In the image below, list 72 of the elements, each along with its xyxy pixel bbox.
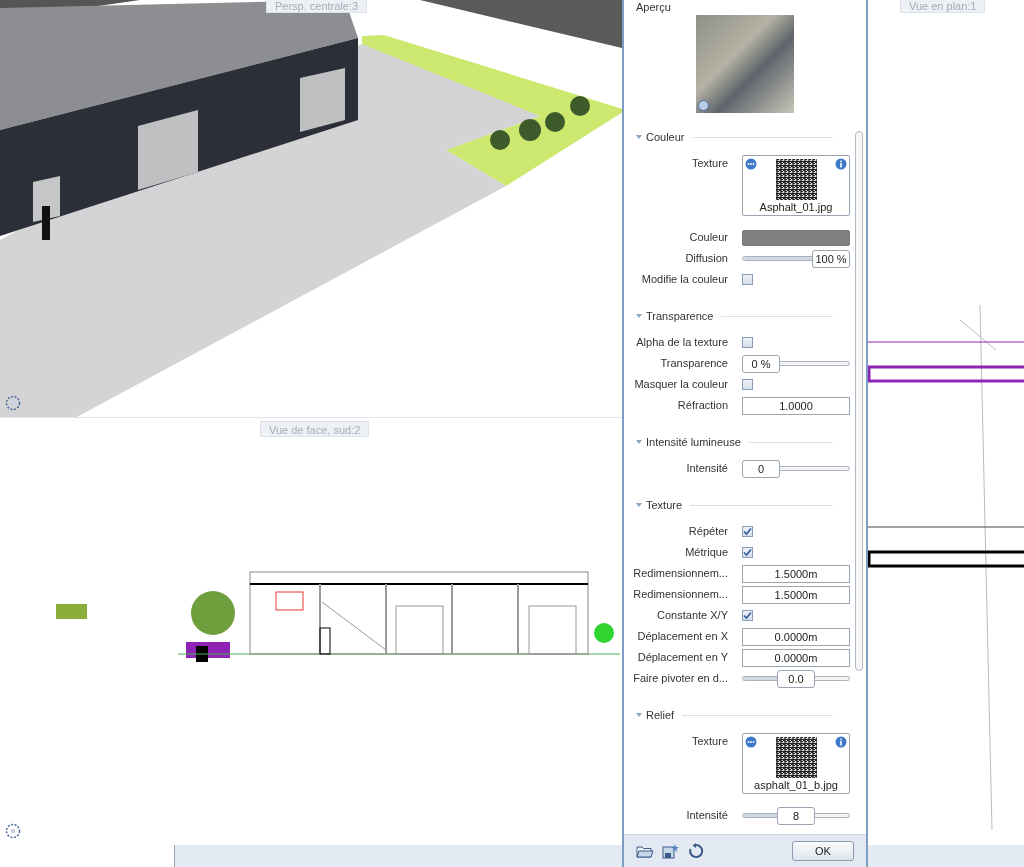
field-label: Modifie la couleur: [640, 272, 728, 288]
field-label: Transparence: [659, 356, 728, 372]
field-label: Texture: [690, 156, 728, 171]
collapse-icon[interactable]: [636, 134, 642, 140]
input-field[interactable]: 1.5000m: [742, 564, 850, 583]
info-icon[interactable]: [835, 736, 847, 748]
field-label: Constante X/Y: [656, 608, 728, 624]
save-icon[interactable]: [662, 843, 680, 859]
field-label: Masquer la couleur: [633, 377, 728, 393]
field-label: Métrique: [684, 545, 728, 561]
section-title: Couleur: [646, 129, 685, 145]
checkbox[interactable]: [742, 274, 753, 285]
field-label: Intensité: [685, 461, 728, 477]
slider-track[interactable]: 0: [742, 459, 850, 478]
ok-button[interactable]: OK: [792, 841, 854, 861]
slider-thumb[interactable]: 0.0: [777, 669, 815, 688]
section-title: Aperçu: [636, 2, 671, 13]
input-field[interactable]: 0.0000m: [742, 627, 850, 646]
collapse-icon[interactable]: [636, 502, 642, 508]
texture-thumbnail: [775, 737, 817, 778]
slider-track[interactable]: 100 %: [742, 249, 850, 268]
slider-thumb[interactable]: 8: [777, 806, 815, 825]
checkbox[interactable]: [742, 379, 753, 390]
field-label: Texture: [690, 734, 728, 749]
slider-track[interactable]: 8: [742, 806, 850, 825]
field-label: Diffusion: [684, 251, 728, 267]
checkbox[interactable]: [742, 547, 753, 558]
slider-thumb[interactable]: 0 %: [742, 354, 780, 373]
viewport-label: Vue de face, sud:2: [260, 421, 370, 437]
slider-thumb[interactable]: 100 %: [812, 249, 850, 268]
color-swatch[interactable]: [742, 229, 850, 246]
field-label: Redimensionnem...: [632, 587, 728, 603]
open-folder-icon[interactable]: [636, 843, 654, 859]
input-field[interactable]: 0.0000m: [742, 648, 850, 667]
field-label: Déplacement en Y: [636, 650, 728, 666]
sphere-icon[interactable]: [698, 100, 709, 111]
field-label: Redimensionnem...: [632, 566, 728, 582]
field-label: Réfraction: [676, 398, 728, 414]
collapse-icon[interactable]: [636, 439, 642, 445]
texture-picker[interactable]: Asphalt_01.jpg: [742, 155, 850, 216]
collapse-icon[interactable]: [636, 313, 642, 319]
more-options-icon[interactable]: [745, 736, 757, 748]
checkbox[interactable]: [742, 610, 753, 621]
info-icon[interactable]: [835, 158, 847, 170]
section-title: Transparence: [646, 308, 714, 324]
navigation-icon[interactable]: [5, 395, 21, 411]
texture-filename: Asphalt_01.jpg: [759, 200, 833, 214]
field-label: Couleur: [688, 230, 728, 246]
input-field[interactable]: 1.0000: [742, 396, 850, 415]
viewport-label: Vue en plan:1: [900, 0, 986, 13]
slider-track[interactable]: 0.0: [742, 669, 850, 688]
section-title: Intensité lumineuse: [646, 434, 741, 450]
collapse-icon[interactable]: [636, 712, 642, 718]
section-title: Texture: [646, 497, 683, 513]
field-label: Déplacement en X: [636, 629, 728, 645]
slider-track[interactable]: 0 %: [742, 354, 850, 373]
viewport-label: Persp. centrale:3: [266, 0, 368, 13]
field-label: Intensité: [685, 808, 728, 824]
section-title: Relief: [646, 707, 675, 723]
field-label: Alpha de la texture: [635, 335, 728, 351]
input-field[interactable]: 1.5000m: [742, 585, 850, 604]
reset-icon[interactable]: [688, 843, 704, 859]
checkbox[interactable]: [742, 526, 753, 537]
texture-filename: asphalt_01_b.jpg: [754, 778, 838, 792]
texture-picker[interactable]: asphalt_01_b.jpg: [742, 733, 850, 794]
navigation-icon[interactable]: [5, 823, 21, 839]
more-options-icon[interactable]: [745, 158, 757, 170]
checkbox[interactable]: [742, 337, 753, 348]
field-label: Faire pivoter en d...: [632, 671, 728, 687]
slider-thumb[interactable]: 0: [742, 459, 780, 478]
texture-thumbnail: [775, 159, 817, 200]
field-label: Répéter: [687, 524, 728, 540]
